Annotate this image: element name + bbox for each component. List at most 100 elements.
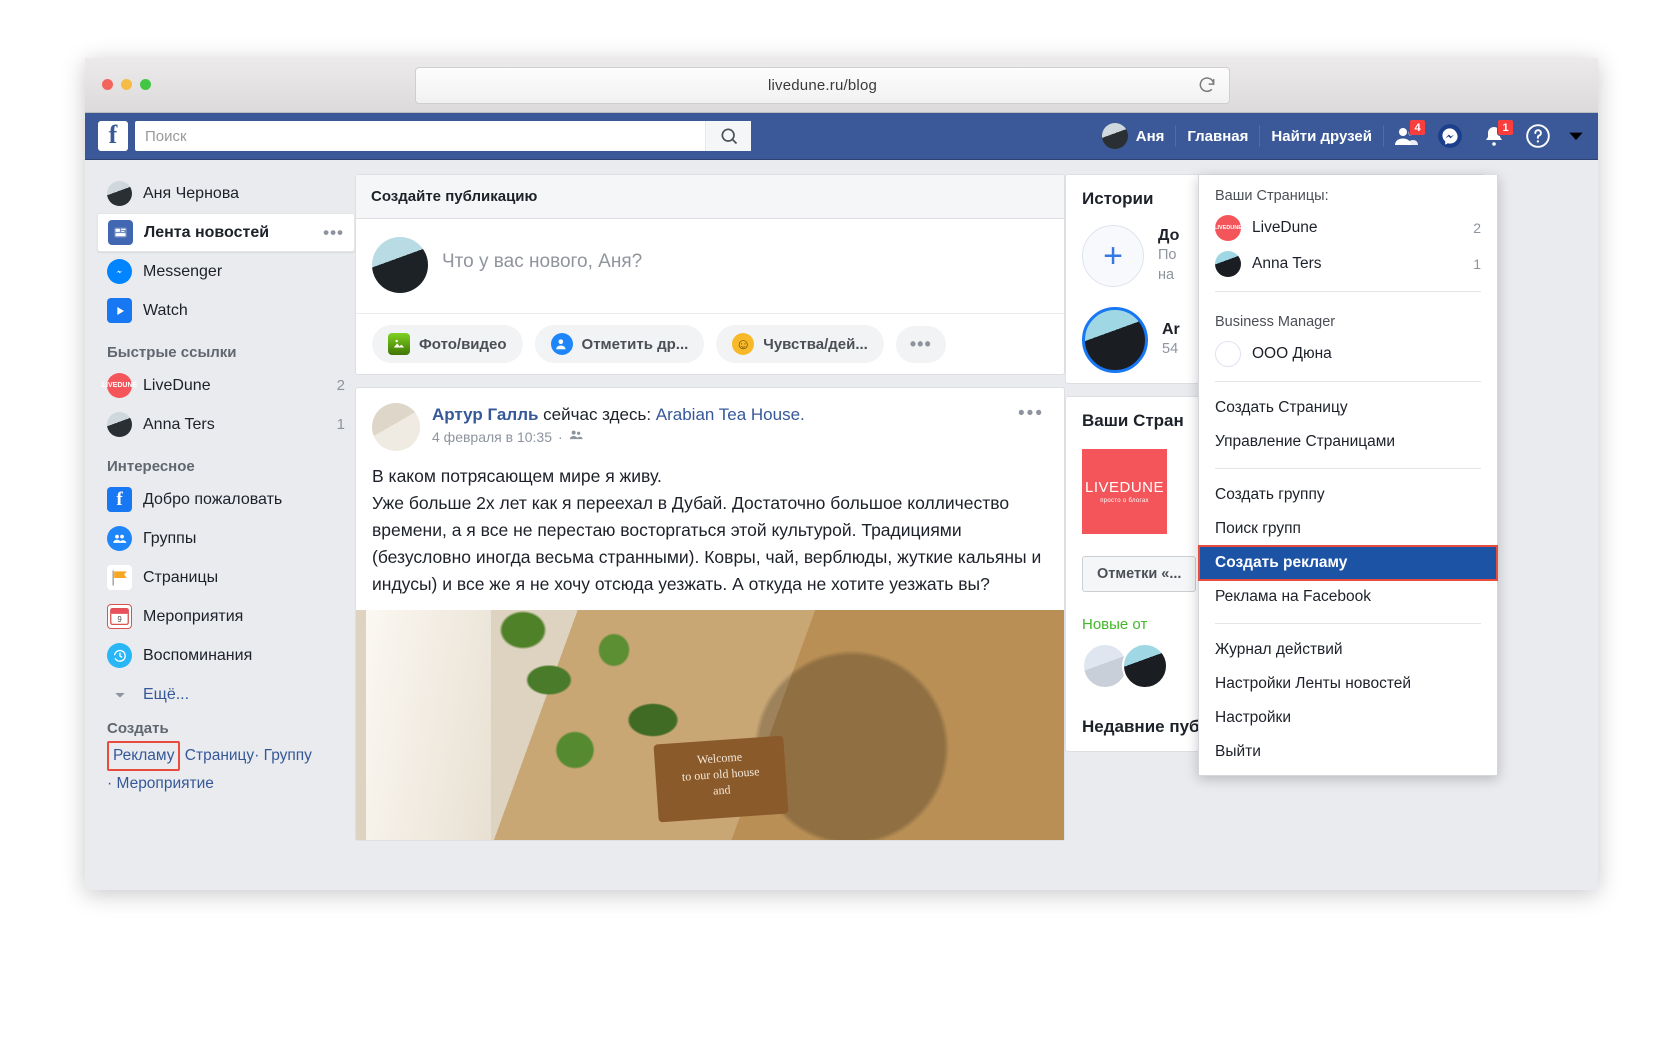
sidebar-heading-quick-links: Быстрые ссылки xyxy=(107,344,237,361)
dropdown-page-label: Anna Ters xyxy=(1252,255,1322,272)
create-heading: Создать xyxy=(107,720,169,737)
facebook-logo-icon[interactable]: f xyxy=(98,121,128,151)
dropdown-create-page[interactable]: Создать Страницу xyxy=(1199,391,1497,425)
avatar xyxy=(1082,307,1148,373)
dropdown-page-label: LiveDune xyxy=(1252,219,1318,236)
sidebar-item-welcome[interactable]: f Добро пожаловать xyxy=(97,480,355,519)
sidebar-item-count: 1 xyxy=(336,416,345,433)
create-event-link[interactable]: Мероприятие xyxy=(116,775,213,792)
dropdown-create-group[interactable]: Создать группу xyxy=(1199,478,1497,512)
help-button[interactable] xyxy=(1518,116,1558,156)
thumb-line2: просто о блогах xyxy=(1100,498,1149,504)
sidebar-item-more[interactable]: Ещё... xyxy=(97,675,355,714)
marks-button[interactable]: Отметки «... xyxy=(1082,556,1197,592)
close-window-button[interactable] xyxy=(102,79,113,90)
nav-find-friends[interactable]: Найти друзей xyxy=(1260,113,1383,160)
account-dropdown-menu: Ваши Страницы: LIVEDUNE LiveDune 2 Anna … xyxy=(1198,175,1498,776)
business-icon xyxy=(1215,341,1241,367)
sidebar-item-pages[interactable]: Страницы xyxy=(97,558,355,597)
create-links: Рекламу Страницу· Группу · Мероприятие xyxy=(107,741,345,797)
reload-icon[interactable] xyxy=(1197,75,1219,97)
search-icon[interactable] xyxy=(705,121,751,151)
dropdown-create-ad[interactable]: Создать рекламу xyxy=(1198,545,1498,581)
friend-requests-button[interactable]: 4 xyxy=(1386,116,1426,156)
dropdown-activity-log[interactable]: Журнал действий xyxy=(1199,633,1497,667)
post-menu-button[interactable]: ••• xyxy=(1018,403,1048,451)
post-author-name[interactable]: Артур Галль xyxy=(432,405,538,424)
dropdown-bm-label: ООО Дюна xyxy=(1252,345,1332,362)
groups-icon xyxy=(107,526,132,551)
search-box[interactable] xyxy=(135,121,751,151)
feeling-activity-button[interactable]: ☺ Чувства/дей... xyxy=(716,325,884,363)
account-menu-button[interactable] xyxy=(1560,116,1592,156)
sidebar-item-label: LiveDune xyxy=(143,376,211,394)
dropdown-page-anna-ters[interactable]: Anna Ters 1 xyxy=(1199,246,1497,282)
composer-more-button[interactable]: ••• xyxy=(895,325,946,363)
create-group-link[interactable]: Группу xyxy=(264,747,312,764)
create-post-title: Создайте публикацию xyxy=(356,175,1064,219)
livedune-icon: LIVEDUNE xyxy=(102,373,137,398)
sidebar-item-livedune[interactable]: LIVEDUNE LiveDune 2 xyxy=(97,366,355,405)
messenger-button[interactable] xyxy=(1430,116,1470,156)
sidebar-item-watch[interactable]: Watch xyxy=(97,291,355,330)
sidebar-item-label: Группы xyxy=(143,529,197,547)
dropdown-news-feed-settings[interactable]: Настройки Ленты новостей xyxy=(1199,667,1497,701)
create-ad-link[interactable]: Рекламу xyxy=(107,741,181,771)
post-image[interactable]: Welcome to our old house and xyxy=(356,610,1064,840)
avatar-icon xyxy=(107,412,132,437)
dropdown-settings[interactable]: Настройки xyxy=(1199,701,1497,735)
sidebar-news-feed-options[interactable]: ••• xyxy=(323,223,344,243)
dropdown-facebook-ads[interactable]: Реклама на Facebook xyxy=(1199,580,1497,614)
search-input[interactable] xyxy=(135,122,705,150)
sidebar-item-label: Watch xyxy=(143,301,188,319)
composer[interactable]: Что у вас нового, Аня? xyxy=(356,219,1064,313)
sidebar-item-events[interactable]: 9 Мероприятия xyxy=(97,597,355,636)
maximize-window-button[interactable] xyxy=(140,79,151,90)
post-date[interactable]: 4 февраля в 10:35 xyxy=(432,429,552,445)
story-user-title: Ar xyxy=(1162,321,1180,338)
minimize-window-button[interactable] xyxy=(121,79,132,90)
story-user-subtitle: 54 xyxy=(1162,341,1179,357)
address-bar[interactable]: livedune.ru/blog xyxy=(415,67,1230,104)
post-author-line: Артур Галль сейчас здесь: Arabian Tea Ho… xyxy=(432,403,805,426)
nav-profile[interactable]: Аня xyxy=(1091,113,1176,160)
sidebar-item-groups[interactable]: Группы xyxy=(97,519,355,558)
center-column: Создайте публикацию Что у вас нового, Ан… xyxy=(355,160,1065,890)
dropdown-logout[interactable]: Выйти xyxy=(1199,735,1497,769)
notifications-button[interactable]: 1 xyxy=(1474,116,1514,156)
divider xyxy=(1215,468,1481,469)
sidebar-item-label: Добро пожаловать xyxy=(143,490,283,508)
friends-icon xyxy=(569,428,583,445)
left-sidebar: Аня Чернова Лента новостей ••• Messenger… xyxy=(85,160,355,890)
sidebar-item-messenger[interactable]: Messenger xyxy=(97,252,355,291)
post-place[interactable]: Arabian Tea House. xyxy=(656,405,805,424)
window-controls[interactable] xyxy=(102,79,151,90)
composer-placeholder[interactable]: Что у вас нового, Аня? xyxy=(442,237,642,273)
avatar xyxy=(1101,123,1128,149)
dropdown-page-livedune[interactable]: LIVEDUNE LiveDune 2 xyxy=(1199,210,1497,246)
tag-friend-button[interactable]: Отметить др... xyxy=(534,325,705,363)
url-text: livedune.ru/blog xyxy=(767,77,878,94)
story-user-text: Ar 54 xyxy=(1162,321,1180,359)
plus-icon[interactable]: + xyxy=(1082,225,1144,287)
sep: · xyxy=(107,775,113,792)
dropdown-bm-item[interactable]: ООО Дюна xyxy=(1199,336,1497,372)
livedune-icon: LIVEDUNE xyxy=(1214,215,1242,241)
dropdown-page-count: 1 xyxy=(1473,256,1481,272)
sidebar-item-profile[interactable]: Аня Чернова xyxy=(97,174,355,213)
divider xyxy=(1215,381,1481,382)
story-add-title: До xyxy=(1158,227,1180,244)
dropdown-search-groups[interactable]: Поиск групп xyxy=(1199,512,1497,546)
button-label: Фото/видео xyxy=(419,335,507,353)
create-page-link[interactable]: Страницу xyxy=(185,747,254,764)
sidebar-item-label: Лента новостей xyxy=(144,223,270,241)
dropdown-bm-heading: Business Manager xyxy=(1215,314,1336,330)
dropdown-manage-pages[interactable]: Управление Страницами xyxy=(1199,425,1497,459)
sidebar-item-memories[interactable]: Воспоминания xyxy=(97,636,355,675)
photo-video-button[interactable]: Фото/видео xyxy=(372,325,523,363)
sidebar-item-anna-ters[interactable]: Anna Ters 1 xyxy=(97,405,355,444)
sidebar-item-news-feed[interactable]: Лента новостей ••• xyxy=(97,213,355,252)
dropdown-page-count: 2 xyxy=(1473,220,1481,236)
feeling-icon: ☺ xyxy=(732,333,755,355)
nav-home[interactable]: Главная xyxy=(1176,113,1259,160)
